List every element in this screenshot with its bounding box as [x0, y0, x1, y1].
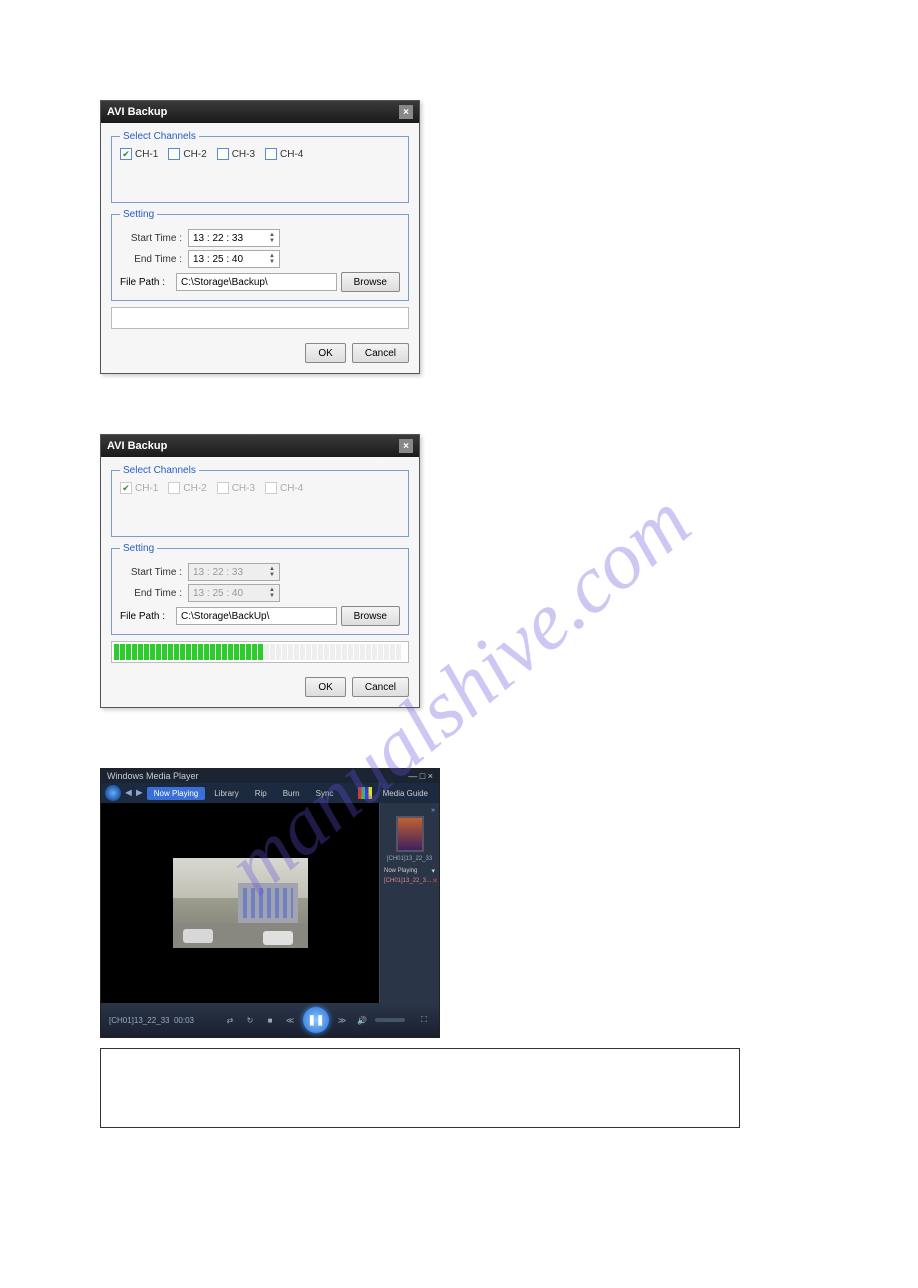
close-icon[interactable]: ×: [399, 439, 413, 453]
checkbox-checked-icon: ✔: [120, 482, 132, 494]
stop-icon[interactable]: ■: [263, 1013, 277, 1027]
volume-slider[interactable]: [375, 1018, 405, 1022]
spinner-arrows-icon[interactable]: ▲▼: [269, 253, 275, 265]
end-time-label: End Time :: [120, 254, 182, 265]
repeat-icon[interactable]: ↻: [243, 1013, 257, 1027]
setting-fieldset: Setting Start Time : 13 : 22 : 33 ▲▼ End…: [111, 209, 409, 301]
start-time-label: Start Time :: [120, 567, 182, 578]
browse-button[interactable]: Browse: [341, 606, 400, 626]
spinner-arrows-icon: ▲▼: [269, 587, 275, 599]
start-time-label: Start Time :: [120, 233, 182, 244]
checkbox-icon[interactable]: [265, 148, 277, 160]
file-path-input[interactable]: C:\Storage\Backup\: [176, 273, 337, 291]
end-time-stepper: 13 : 25 : 40 ▲▼: [188, 584, 280, 602]
dialog-titlebar[interactable]: AVI Backup ×: [101, 101, 419, 123]
ok-button[interactable]: OK: [305, 343, 345, 363]
wmp-logo-icon[interactable]: [105, 785, 121, 801]
checkbox-icon: [217, 482, 229, 494]
status-time: 00:03: [174, 1016, 194, 1025]
shuffle-icon[interactable]: ⇄: [223, 1013, 237, 1027]
file-path-label: File Path :: [120, 277, 172, 288]
tab-sync[interactable]: Sync: [309, 787, 341, 800]
cancel-button[interactable]: Cancel: [352, 677, 409, 697]
channels-legend: Select Channels: [120, 131, 199, 142]
prev-icon[interactable]: ≪: [283, 1013, 297, 1027]
spinner-arrows-icon[interactable]: ▲▼: [269, 232, 275, 244]
video-frame: [173, 858, 308, 948]
avi-backup-dialog-1: AVI Backup × Select Channels ✔ CH-1 CH-2…: [100, 100, 420, 374]
tab-library[interactable]: Library: [207, 787, 245, 800]
playlist-title: [CH01]13_22_33: [384, 856, 435, 862]
spinner-arrows-icon: ▲▼: [269, 566, 275, 578]
playlist-thumbnail[interactable]: [396, 816, 424, 852]
end-time-stepper[interactable]: 13 : 25 : 40 ▲▼: [188, 250, 280, 268]
channel-ch2: CH-2: [168, 482, 206, 494]
tab-media-guide[interactable]: Media Guide: [376, 787, 435, 800]
now-playing-row: Now Playing ▾: [384, 866, 435, 876]
channel-ch3[interactable]: CH-3: [217, 148, 255, 160]
dialog-titlebar[interactable]: AVI Backup ×: [101, 435, 419, 457]
channels-fieldset: Select Channels ✔ CH-1 CH-2 CH-3 CH-4: [111, 465, 409, 537]
note-box: [100, 1048, 740, 1128]
avi-backup-dialog-2: AVI Backup × Select Channels ✔ CH-1 CH-2…: [100, 434, 420, 708]
progress-bar: [111, 307, 409, 329]
start-time-stepper: 13 : 22 : 33 ▲▼: [188, 563, 280, 581]
cancel-button[interactable]: Cancel: [352, 343, 409, 363]
app-title: Windows Media Player: [107, 771, 199, 781]
nav-back-icon[interactable]: ◄►: [123, 787, 145, 799]
chevron-icon[interactable]: ▾: [431, 867, 435, 875]
channel-ch2[interactable]: CH-2: [168, 148, 206, 160]
checkbox-checked-icon[interactable]: ✔: [120, 148, 132, 160]
ok-button[interactable]: OK: [305, 677, 345, 697]
dialog-title-text: AVI Backup: [107, 440, 167, 452]
windows-flag-icon: [358, 787, 372, 799]
playlist-pane: » [CH01]13_22_33 Now Playing ▾ [CH01]13_…: [379, 803, 439, 1003]
tab-rip[interactable]: Rip: [248, 787, 274, 800]
checkbox-icon[interactable]: [168, 148, 180, 160]
video-area[interactable]: [101, 803, 379, 1003]
setting-legend: Setting: [120, 543, 157, 554]
file-path-input[interactable]: C:\Storage\BackUp\: [176, 607, 337, 625]
playlist-toggle-icon[interactable]: »: [384, 807, 435, 814]
checkbox-icon: [168, 482, 180, 494]
channels-fieldset: Select Channels ✔ CH-1 CH-2 CH-3 CH-4: [111, 131, 409, 203]
channels-legend: Select Channels: [120, 465, 199, 476]
browse-button[interactable]: Browse: [341, 272, 400, 292]
close-icon[interactable]: ×: [399, 105, 413, 119]
tab-now-playing[interactable]: Now Playing: [147, 787, 205, 800]
status-file: [CH01]13_22_33: [109, 1016, 170, 1025]
setting-legend: Setting: [120, 209, 157, 220]
remove-icon[interactable]: ✕: [432, 877, 438, 885]
channel-ch3: CH-3: [217, 482, 255, 494]
play-pause-button[interactable]: ❚❚: [303, 1007, 329, 1033]
wmp-tabs: ◄► Now Playing Library Rip Burn Sync Med…: [101, 783, 439, 803]
setting-fieldset: Setting Start Time : 13 : 22 : 33 ▲▼ End…: [111, 543, 409, 635]
next-icon[interactable]: ≫: [335, 1013, 349, 1027]
channel-ch4: CH-4: [265, 482, 303, 494]
progress-bar: [111, 641, 409, 663]
playlist-item[interactable]: [CH01]13_22_3… ✕: [384, 876, 435, 886]
fullscreen-icon[interactable]: ⛶: [417, 1013, 431, 1027]
tab-burn[interactable]: Burn: [276, 787, 307, 800]
end-time-label: End Time :: [120, 588, 182, 599]
checkbox-icon[interactable]: [217, 148, 229, 160]
checkbox-icon: [265, 482, 277, 494]
channel-ch1[interactable]: ✔ CH-1: [120, 148, 158, 160]
media-player-window: Windows Media Player — □ × ◄► Now Playin…: [100, 768, 440, 1038]
channel-ch4[interactable]: CH-4: [265, 148, 303, 160]
player-controls: [CH01]13_22_33 00:03 ⇄ ↻ ■ ≪ ❚❚ ≫ 🔊 ⛶: [101, 1003, 439, 1037]
channel-ch1: ✔ CH-1: [120, 482, 158, 494]
volume-icon[interactable]: 🔊: [355, 1013, 369, 1027]
dialog-title-text: AVI Backup: [107, 106, 167, 118]
start-time-stepper[interactable]: 13 : 22 : 33 ▲▼: [188, 229, 280, 247]
wmp-titlebar[interactable]: Windows Media Player — □ ×: [101, 769, 439, 783]
file-path-label: File Path :: [120, 611, 172, 622]
